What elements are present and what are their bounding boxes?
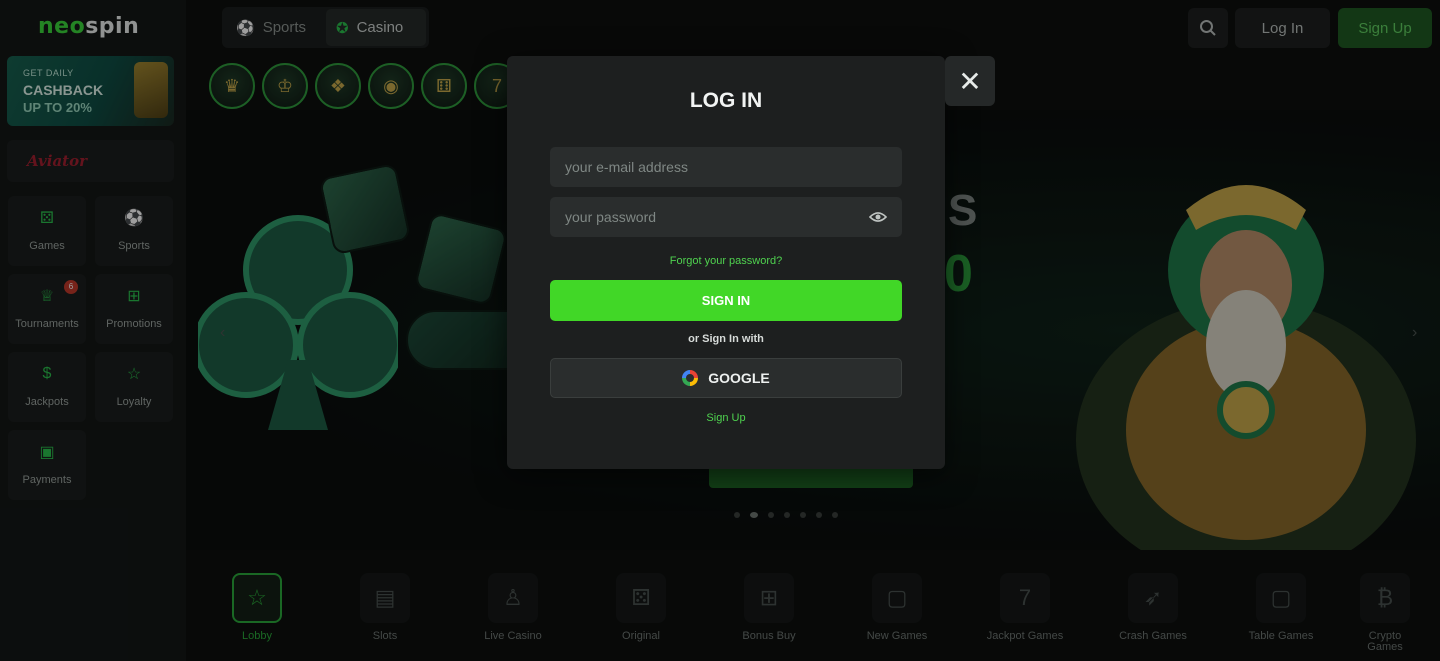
casino-app: neospin GET DAILY CASHBACK UP TO 20% Avi…	[0, 0, 1440, 661]
forgot-password-link[interactable]: Forgot your password?	[507, 255, 945, 267]
close-modal-button[interactable]: ✕	[945, 56, 995, 106]
google-button-label: GOOGLE	[708, 370, 770, 386]
email-field[interactable]	[550, 147, 902, 187]
sign-in-button[interactable]: SIGN IN	[550, 280, 902, 321]
google-icon	[682, 370, 699, 386]
alternate-signin-label: or Sign In with	[688, 333, 764, 345]
modal-title: LOG IN	[689, 89, 763, 112]
login-modal: LOG IN Forgot your password? SIGN IN or …	[507, 56, 945, 469]
signup-link[interactable]: Sign Up	[507, 412, 945, 424]
close-icon: ✕	[958, 65, 982, 97]
google-signin-button[interactable]: GOOGLE	[550, 358, 902, 398]
show-password-icon[interactable]	[868, 207, 888, 227]
password-field[interactable]	[550, 197, 902, 237]
